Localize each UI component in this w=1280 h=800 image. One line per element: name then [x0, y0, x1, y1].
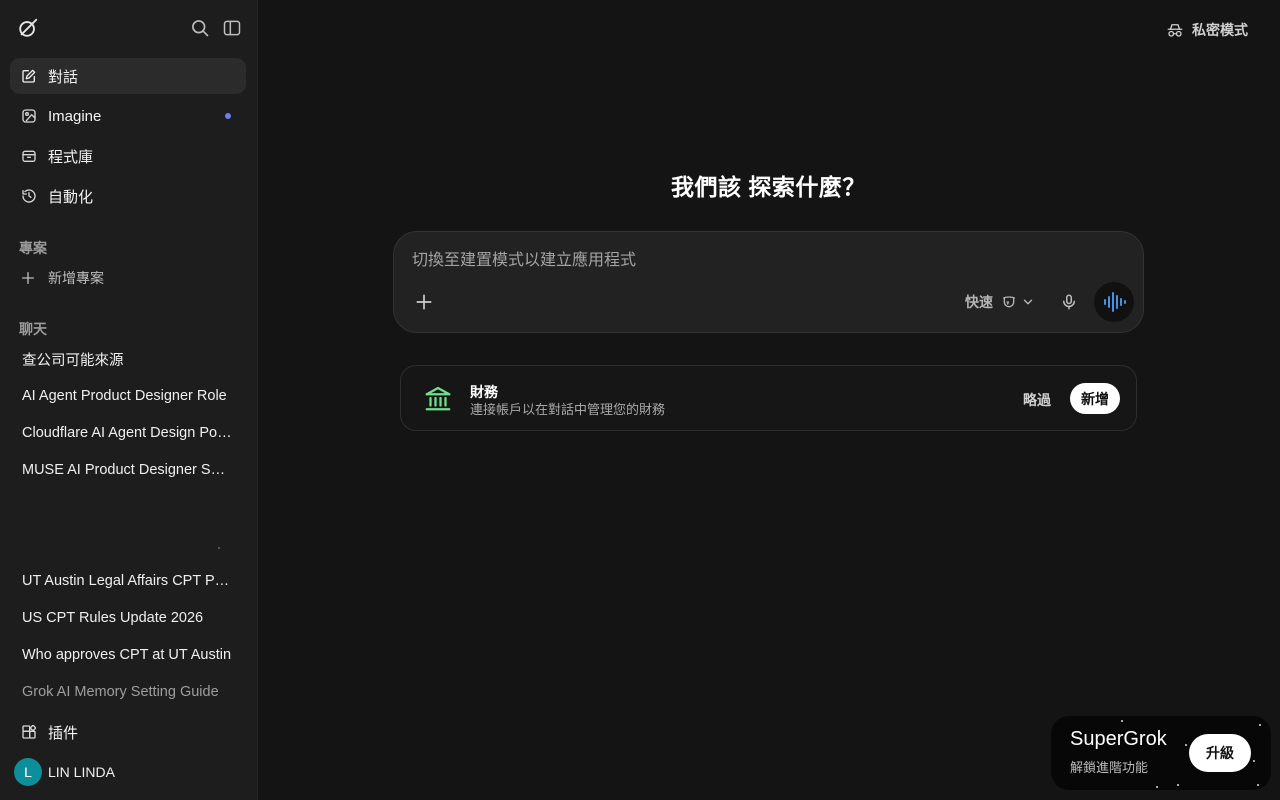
chat-item-title: Cloudflare AI Agent Design Position — [22, 425, 232, 441]
edit-icon — [20, 67, 38, 85]
finance-connect-card: 財務 連接帳戶以在對話中管理您的財務 略過 新增 — [400, 365, 1137, 431]
bank-icon — [425, 386, 451, 411]
decorative-star — [1257, 784, 1259, 786]
skip-button[interactable]: 略過 — [1023, 390, 1051, 410]
chat-item-title: UT Austin Legal Affairs CPT Process — [22, 573, 232, 589]
chat-item[interactable]: US CPT Rules Update 2026 — [10, 601, 246, 635]
decorative-star — [1177, 784, 1179, 786]
chat-item[interactable]: Grok AI Memory Setting Guide — [10, 675, 246, 709]
nav-item-chat[interactable]: 對話 — [10, 58, 246, 94]
chat-item[interactable]: Cloudflare AI Agent Design Position — [10, 416, 246, 450]
library-icon — [20, 147, 38, 165]
chats-section-title: 聊天 — [19, 321, 47, 337]
page-headline: 我們該 探索什麼？ — [671, 174, 866, 200]
composer: 快速 — [393, 231, 1144, 333]
decorative-star — [1185, 744, 1187, 746]
prompt-input[interactable] — [412, 248, 1112, 274]
upgrade-button[interactable]: 升級 — [1189, 734, 1251, 772]
nav-item-imagine[interactable]: Imagine — [10, 98, 246, 134]
promo-subtitle: 解鎖進階功能 — [1070, 760, 1149, 775]
private-mode-button[interactable]: 私密模式 — [1166, 20, 1248, 40]
nav-item-label: 自動化 — [48, 188, 94, 206]
plus-icon — [22, 272, 34, 284]
nav-item-automation[interactable]: 自動化 — [10, 178, 246, 214]
user-name: LIN LINDA — [48, 764, 115, 780]
private-mode-label: 私密模式 — [1192, 22, 1248, 38]
new-project-button[interactable]: 新增專案 — [10, 262, 246, 294]
nav-item-label: 對話 — [48, 68, 79, 86]
new-project-label: 新增專案 — [48, 270, 104, 286]
nav-item-label: 程式庫 — [48, 148, 94, 166]
nav-item-library[interactable]: 程式庫 — [10, 138, 246, 174]
search-icon[interactable] — [190, 18, 210, 38]
decorative-star — [1253, 760, 1255, 762]
supergrok-promo: SuperGrok 解鎖進階功能 升級 — [1051, 716, 1271, 790]
add-button[interactable]: 新增 — [1070, 383, 1120, 414]
chat-item[interactable]: UT Austin Legal Affairs CPT Process — [10, 564, 246, 598]
decorative-star — [1121, 720, 1123, 722]
nav-item-label: Imagine — [48, 107, 102, 125]
nav-item-label: 插件 — [48, 724, 79, 742]
incognito-icon — [1167, 24, 1183, 37]
chat-item-title: Grok AI Memory Setting Guide — [22, 684, 219, 700]
scroll-mark — [218, 547, 220, 549]
sidebar: 對話 Imagine 程式庫 自動化 專案 新增專案 聊天 查公司可能來源 AI… — [0, 0, 258, 800]
decorative-star — [1259, 724, 1261, 726]
chat-item[interactable]: 查公司可能來源 — [10, 342, 246, 376]
chat-item[interactable]: AI Agent Product Designer Role — [10, 379, 246, 413]
decorative-star — [1156, 786, 1158, 788]
nav-item-plugins[interactable]: 插件 — [10, 714, 246, 750]
chat-item-title: MUSE AI Product Designer Salary — [22, 462, 232, 478]
microphone-icon[interactable] — [1060, 293, 1078, 311]
sidebar-toggle-icon[interactable] — [222, 18, 242, 38]
chat-item[interactable]: MUSE AI Product Designer Salary — [10, 453, 246, 487]
attach-plus-icon[interactable] — [414, 292, 434, 312]
promo-brand: SuperGrok — [1070, 728, 1167, 750]
chat-item[interactable]: Who approves CPT at UT Austin — [10, 638, 246, 672]
chat-item-title: 查公司可能來源 — [22, 352, 124, 369]
mode-label: 快速 — [965, 294, 993, 310]
image-icon — [20, 107, 38, 125]
chat-item-title: Who approves CPT at UT Austin — [22, 647, 232, 663]
user-profile[interactable]: L LIN LINDA — [14, 758, 115, 786]
chat-item-title: AI Agent Product Designer Role — [22, 388, 227, 404]
mode-selector[interactable]: 快速 — [965, 292, 1035, 312]
new-badge-dot — [225, 113, 231, 119]
waveform-icon — [1104, 292, 1126, 312]
automation-icon — [20, 187, 38, 205]
fast-mode-icon — [1003, 296, 1015, 308]
plugins-icon — [20, 723, 38, 741]
grok-logo-icon[interactable] — [17, 17, 39, 39]
chat-item-title: US CPT Rules Update 2026 — [22, 610, 204, 626]
projects-section-title: 專案 — [19, 240, 47, 256]
finance-card-description: 連接帳戶以在對話中管理您的財務 — [470, 402, 666, 417]
avatar: L — [14, 758, 42, 786]
chevron-down-icon — [1023, 299, 1033, 305]
voice-mode-button[interactable] — [1094, 282, 1134, 322]
